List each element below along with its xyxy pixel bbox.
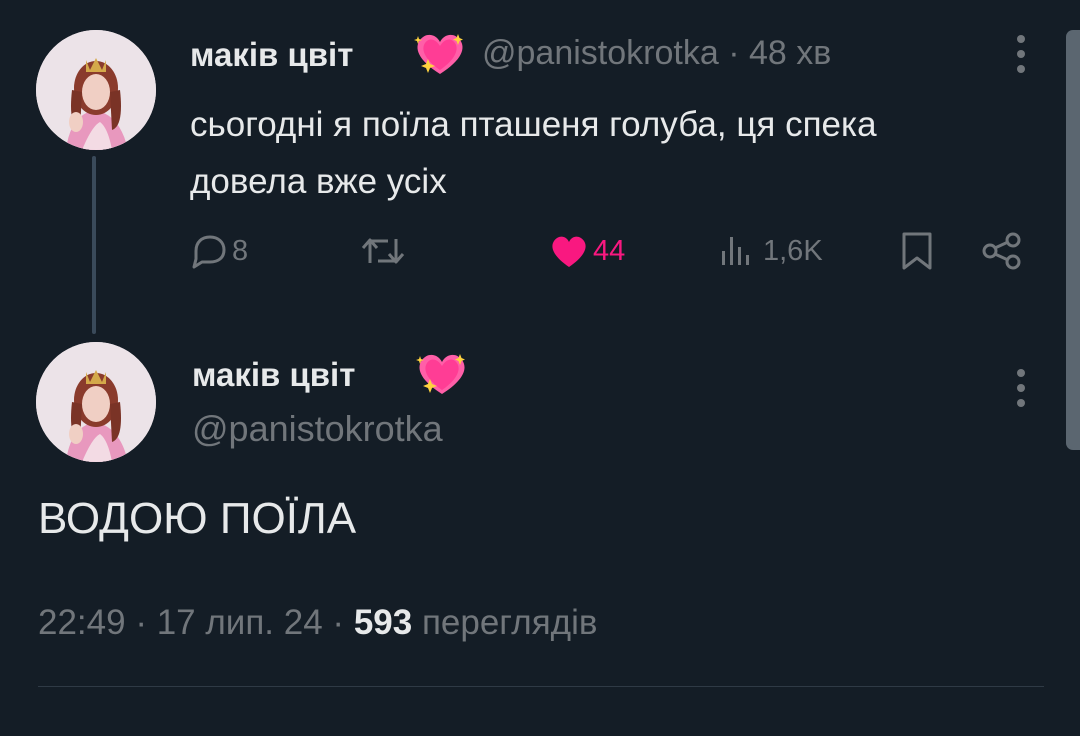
reply-icon xyxy=(192,235,226,269)
analytics-icon xyxy=(722,237,749,265)
author-handle: @panistokrotka xyxy=(482,34,719,72)
meta-separator: · xyxy=(135,603,147,642)
more-options-icon[interactable] xyxy=(1011,32,1031,76)
tweet-detail-page: маків цвіт @panistokrotka · 48 хв сьогод… xyxy=(0,0,1080,736)
meta-separator: · xyxy=(728,34,740,72)
sparkling-heart-icon xyxy=(416,354,465,394)
sparkling-heart-icon xyxy=(414,34,463,74)
avatar[interactable] xyxy=(36,342,156,462)
like-button[interactable]: 44 xyxy=(549,226,625,276)
share-icon xyxy=(982,232,1021,270)
views-button[interactable]: 1,6K xyxy=(719,226,823,276)
handle-and-time[interactable]: @panistokrotka · 48 хв xyxy=(482,34,831,73)
tweet-time[interactable]: 22:49 xyxy=(38,603,126,642)
views-count: 593 xyxy=(353,603,413,642)
more-options-icon[interactable] xyxy=(1011,366,1031,410)
tweet-timestamp-line: 22:49 · 17 лип. 24 · 593 переглядів xyxy=(38,603,597,643)
view-count: 1,6K xyxy=(763,234,823,267)
heart-icon xyxy=(552,236,586,267)
main-tweet-text: ВОДОЮ ПОЇЛА xyxy=(38,494,357,543)
reply-button[interactable]: 8 xyxy=(188,226,248,276)
bookmark-button[interactable] xyxy=(900,226,934,276)
relative-time: 48 хв xyxy=(748,34,832,72)
reply-count: 8 xyxy=(232,234,249,267)
meta-separator: · xyxy=(332,603,345,642)
author-display-name[interactable]: маків цвіт xyxy=(192,356,355,394)
tweet-action-bar: 8 44 1,6K xyxy=(0,226,1080,276)
divider xyxy=(38,686,1044,687)
bookmark-icon xyxy=(902,232,932,270)
tweet-date[interactable]: 17 лип. 24 xyxy=(157,603,323,642)
author-display-name[interactable]: маків цвіт xyxy=(190,36,353,74)
author-handle[interactable]: @panistokrotka xyxy=(192,408,443,450)
reply-tweet-text: сьогодні я поїла пташеня голуба, ця спек… xyxy=(190,105,877,201)
like-count: 44 xyxy=(593,234,626,267)
scrollbar[interactable] xyxy=(1066,30,1080,450)
retweet-icon xyxy=(361,238,405,264)
avatar[interactable] xyxy=(36,30,156,150)
share-button[interactable] xyxy=(980,226,1024,276)
retweet-button[interactable] xyxy=(358,226,412,276)
views-label: переглядів xyxy=(421,603,598,642)
